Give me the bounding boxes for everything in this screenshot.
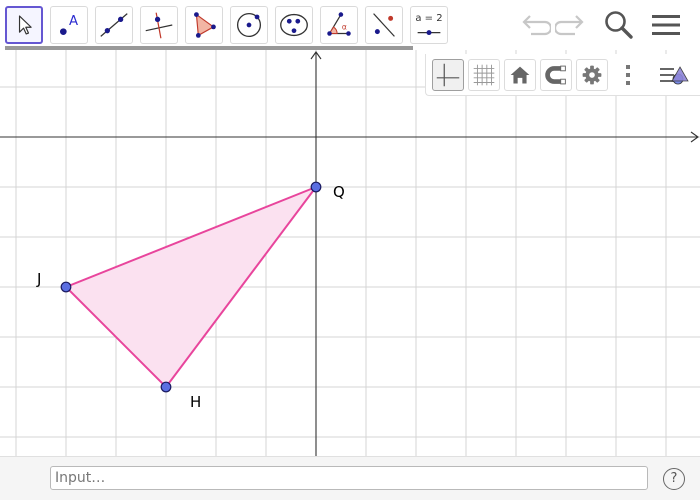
svg-text:A: A [69,14,78,29]
arrow-cursor-icon [18,15,32,35]
coordinate-plane[interactable]: Q J H [0,50,700,456]
angle-tool[interactable]: α [320,6,358,44]
standard-view-button[interactable] [504,59,536,91]
perpendicular-line-tool[interactable] [140,6,178,44]
undo-button[interactable] [517,8,553,42]
redo-button[interactable] [553,8,589,42]
more-options-button[interactable] [618,59,638,91]
point-capturing-button[interactable] [540,59,572,91]
angle-icon: α [327,12,351,36]
line-tool[interactable] [95,6,133,44]
input-bar: ? [0,456,700,500]
toolbar: A α a = 2 [0,0,700,50]
polygon-icon [194,12,216,38]
magnet-icon [545,65,566,85]
point-j[interactable] [60,281,72,293]
home-icon [510,66,530,84]
line-through-points-icon [100,13,128,37]
point-q[interactable] [310,181,322,193]
grid-toggle-icon [473,64,495,86]
graphics-settings-button[interactable] [576,59,608,91]
input-help-button[interactable]: ? [663,468,685,490]
view-menu-icon [660,66,689,85]
perpendicular-line-icon [145,12,173,39]
circle-icon [236,12,262,38]
redo-icon [553,15,584,36]
svg-text:α: α [342,23,347,32]
more-vertical-icon [626,65,630,85]
conic-tool[interactable] [275,6,313,44]
algebra-input-field[interactable] [50,466,648,490]
slider-icon [417,30,441,36]
point-h-label: H [190,393,201,411]
polygon-tool[interactable] [185,6,223,44]
point-q-label: Q [333,183,345,201]
point-h[interactable] [160,381,172,393]
grid [0,50,700,456]
search-button[interactable] [602,8,636,42]
axes [0,51,699,456]
graphics-view[interactable]: Q J H [0,50,700,456]
view-menu-button[interactable] [658,59,694,91]
search-icon [605,11,633,39]
reflect-about-line-icon [373,13,395,37]
main-menu-button[interactable] [649,8,683,42]
point-j-label: J [36,270,41,288]
undo-icon [522,15,553,36]
reflect-tool[interactable] [365,6,403,44]
slider-tool[interactable]: a = 2 [410,6,448,44]
axes-toggle-icon [436,63,460,87]
style-bar [425,54,700,96]
gear-icon [582,65,602,85]
axes-toggle-button[interactable] [432,59,464,91]
point-icon: A [60,14,78,35]
point-tool[interactable]: A [50,6,88,44]
ellipse-icon [280,13,308,37]
move-tool[interactable] [5,6,43,44]
circle-tool[interactable] [230,6,268,44]
grid-toggle-button[interactable] [468,59,500,91]
menu-icon [652,15,680,35]
